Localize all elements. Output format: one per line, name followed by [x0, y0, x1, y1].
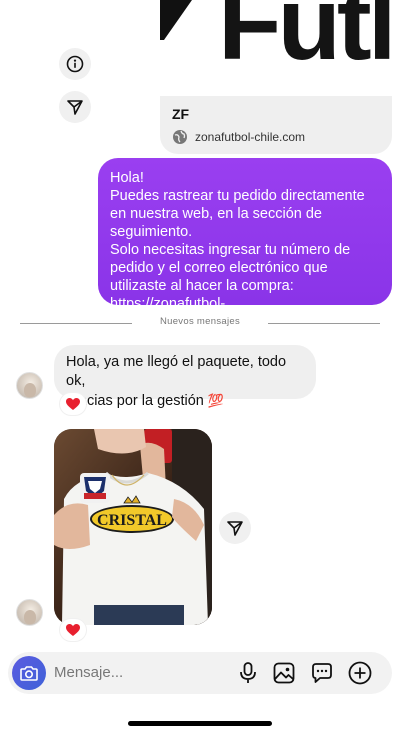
info-icon — [66, 55, 84, 73]
heart-icon — [66, 397, 80, 410]
photo-message[interactable]: CRISTAL — [54, 429, 212, 625]
link-preview-image[interactable]: Fútl — [160, 0, 392, 96]
camera-button[interactable] — [12, 656, 46, 690]
new-messages-divider: Nuevos mensajes — [20, 316, 380, 330]
outgoing-line: Hola! — [110, 170, 144, 186]
incoming-message-bubble[interactable]: Hola, ya me llegó el paquete, todo ok, g… — [54, 345, 316, 409]
outgoing-line: Puedes rastrear tu pedido directamente e… — [110, 188, 365, 240]
gallery-icon — [273, 662, 295, 684]
link-preview-card[interactable]: ZF zonafutbol-chile.com — [160, 96, 392, 154]
microphone-icon — [240, 662, 256, 683]
share-icon — [67, 100, 83, 115]
message-input[interactable]: Mensaje... — [54, 664, 123, 681]
heart-reaction[interactable] — [60, 393, 86, 415]
divider-line — [268, 323, 380, 324]
preview-banner-text: Fútl — [218, 0, 392, 82]
divider-label: Nuevos mensajes — [159, 316, 240, 327]
add-button[interactable] — [348, 661, 372, 685]
avatar[interactable] — [16, 599, 43, 626]
incoming-line: gracias por la gestión — [66, 393, 204, 409]
share-photo-button[interactable] — [219, 512, 251, 544]
preview-domain-row: zonafutbol-chile.com — [172, 129, 305, 145]
preview-title: ZF — [172, 106, 190, 122]
outgoing-line: Solo necesitas ingresar tu número de ped… — [110, 242, 351, 294]
home-indicator — [128, 721, 272, 726]
outgoing-message-bubble[interactable]: Hola! Puedes rastrear tu pedido directam… — [98, 158, 392, 330]
share-button[interactable] — [59, 91, 91, 123]
heart-reaction[interactable] — [60, 619, 86, 641]
preview-domain: zonafutbol-chile.com — [195, 130, 306, 144]
avatar[interactable] — [16, 372, 43, 399]
shirt-sponsor-text: CRISTAL — [97, 512, 167, 529]
preview-graphic — [160, 0, 220, 40]
photo-image: CRISTAL — [54, 429, 212, 625]
heart-icon — [66, 623, 80, 636]
plus-icon — [348, 661, 372, 685]
message-composer: Mensaje... — [8, 652, 392, 694]
sticker-button[interactable] — [310, 661, 334, 685]
hundred-points-emoji: 💯 — [207, 393, 225, 408]
gallery-button[interactable] — [272, 661, 296, 685]
camera-icon — [20, 666, 38, 681]
share-icon — [227, 521, 243, 536]
microphone-button[interactable] — [236, 661, 260, 685]
globe-icon — [173, 130, 187, 144]
incoming-line: Hola, ya me llegó el paquete, todo ok, — [66, 354, 287, 389]
sticker-icon — [312, 663, 332, 683]
info-button[interactable] — [59, 48, 91, 80]
